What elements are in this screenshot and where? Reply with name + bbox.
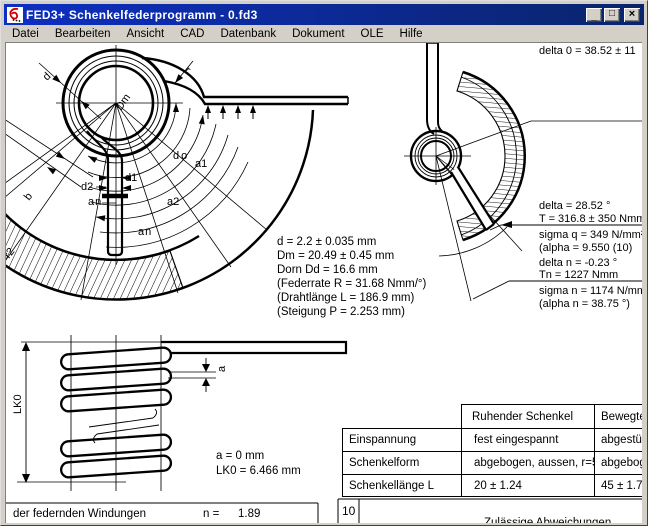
label-b: b — [22, 191, 35, 203]
label-an-lower: an — [138, 226, 152, 238]
table-cell-bewegt: 45 ± 1.75 — [594, 474, 642, 496]
table-cell-bewegt: abgestützt — [594, 428, 642, 451]
app-icon — [7, 7, 23, 23]
menu-item[interactable]: OLE — [354, 27, 391, 41]
minimize-button[interactable]: _ — [586, 8, 602, 22]
menu-item[interactable]: Dokument — [285, 27, 351, 41]
menu-item[interactable]: Hilfe — [393, 27, 430, 41]
table-row-label: Einspannung — [342, 428, 461, 451]
annotation-t: T = 316.8 ± 350 Nmm — [539, 213, 642, 225]
annotation-delta: delta = 28.52 ° — [539, 200, 610, 212]
windings-n-label: n = — [203, 508, 219, 520]
table-header-ruhend: Ruhender Schenkel — [461, 404, 594, 428]
annotation-line: (Drahtlänge L = 186.9 mm) — [277, 291, 426, 305]
label-d2: d2 — [81, 181, 93, 193]
annotation-lk0: LK0 = 6.466 mm — [216, 465, 301, 477]
annotation-delta0: delta 0 = 38.52 ± 11 — [539, 45, 636, 57]
label-a2: a2 — [167, 196, 179, 208]
annotation-alpha: (alpha = 9.550 (10) — [539, 242, 632, 254]
label-do: do — [173, 150, 189, 162]
table-row-label: Schenkellänge L — [342, 474, 461, 496]
table-header-bewegt: Bewegter Schenkel — [594, 404, 642, 428]
annotation-line: (Steigung P = 2.253 mm) — [277, 305, 426, 319]
top-view-labels: d r Dm do a1 d1 d2 an a2 an b r2 — [5, 65, 207, 261]
maximize-button[interactable]: □ — [604, 8, 620, 22]
table-cell-ruhend: fest eingespannt — [461, 428, 594, 451]
windings-n-value: 1.89 — [238, 508, 260, 520]
title-bar[interactable]: FED3+ Schenkelfederprogramm - 0.fd3 _ □ … — [4, 4, 644, 25]
label-a: a — [216, 365, 228, 372]
annotation-line: d = 2.2 ± 0.035 mm — [277, 235, 426, 249]
maximize-icon: □ — [609, 8, 615, 19]
annotation-line: (Federrate R = 31.68 Nmm/°) — [277, 277, 426, 291]
table-cell-ruhend: abgebogen, aussen, r=5 — [461, 451, 594, 474]
annotation-a: a = 0 mm — [216, 450, 264, 462]
label-d: d — [41, 70, 54, 83]
minimize-icon: _ — [586, 11, 602, 23]
label-a1: a1 — [195, 158, 207, 170]
app-window: FED3+ Schenkelfederprogramm - 0.fd3 _ □ … — [0, 0, 648, 526]
windings-note: der federnden Windungen — [13, 508, 146, 520]
center-annotations: d = 2.2 ± 0.035 mmDm = 20.49 ± 0.45 mmDo… — [277, 235, 426, 319]
table-row-label: Schenkelform — [342, 451, 461, 474]
annotation-sigma-n: sigma n = 1174 N/mm² — [539, 285, 642, 297]
footer-number: 10 — [342, 504, 355, 518]
menu-item[interactable]: CAD — [173, 27, 211, 41]
label-lk0: LK0 — [12, 394, 24, 414]
footer-clipped-label: Zulässige Abweichungen — [484, 517, 611, 523]
annotation-sigma-q: sigma q = 349 N/mm² — [539, 229, 642, 241]
menu-item[interactable]: Datenbank — [213, 27, 283, 41]
annotation-line: Dorn Dd = 16.6 mm — [277, 263, 426, 277]
menu-item[interactable]: Bearbeiten — [48, 27, 118, 41]
annotation-tn: Tn = 1227 Nmm — [539, 269, 618, 281]
close-button[interactable]: × — [624, 8, 640, 22]
drawing-canvas: d r Dm do a1 d1 d2 an a2 an b r2 — [5, 42, 642, 523]
menu-bar: DateiBearbeitenAnsichtCADDatenbankDokume… — [5, 26, 643, 42]
annotation-alpha-n: (alpha n = 38.75 °) — [539, 298, 630, 310]
annotation-delta-n: delta n = -0.23 ° — [539, 257, 617, 269]
drawing-area: d r Dm do a1 d1 d2 an a2 an b r2 — [5, 42, 642, 523]
close-icon: × — [629, 8, 635, 20]
window-title: FED3+ Schenkelfederprogramm - 0.fd3 — [26, 8, 586, 22]
schenkel-table: Ruhender Schenkel Bewegter Schenkel Eins… — [342, 404, 642, 497]
menu-item[interactable]: Datei — [5, 27, 46, 41]
annotation-line: Dm = 20.49 ± 0.45 mm — [277, 249, 426, 263]
table-cell-ruhend: 20 ± 1.24 — [461, 474, 594, 496]
label-dm: Dm — [114, 92, 134, 113]
label-an-upper: an — [88, 196, 102, 208]
table-corner-cell — [342, 404, 461, 428]
label-d1: d1 — [125, 172, 137, 184]
menu-item[interactable]: Ansicht — [119, 27, 171, 41]
table-cell-bewegt: abgebogen — [594, 451, 642, 474]
